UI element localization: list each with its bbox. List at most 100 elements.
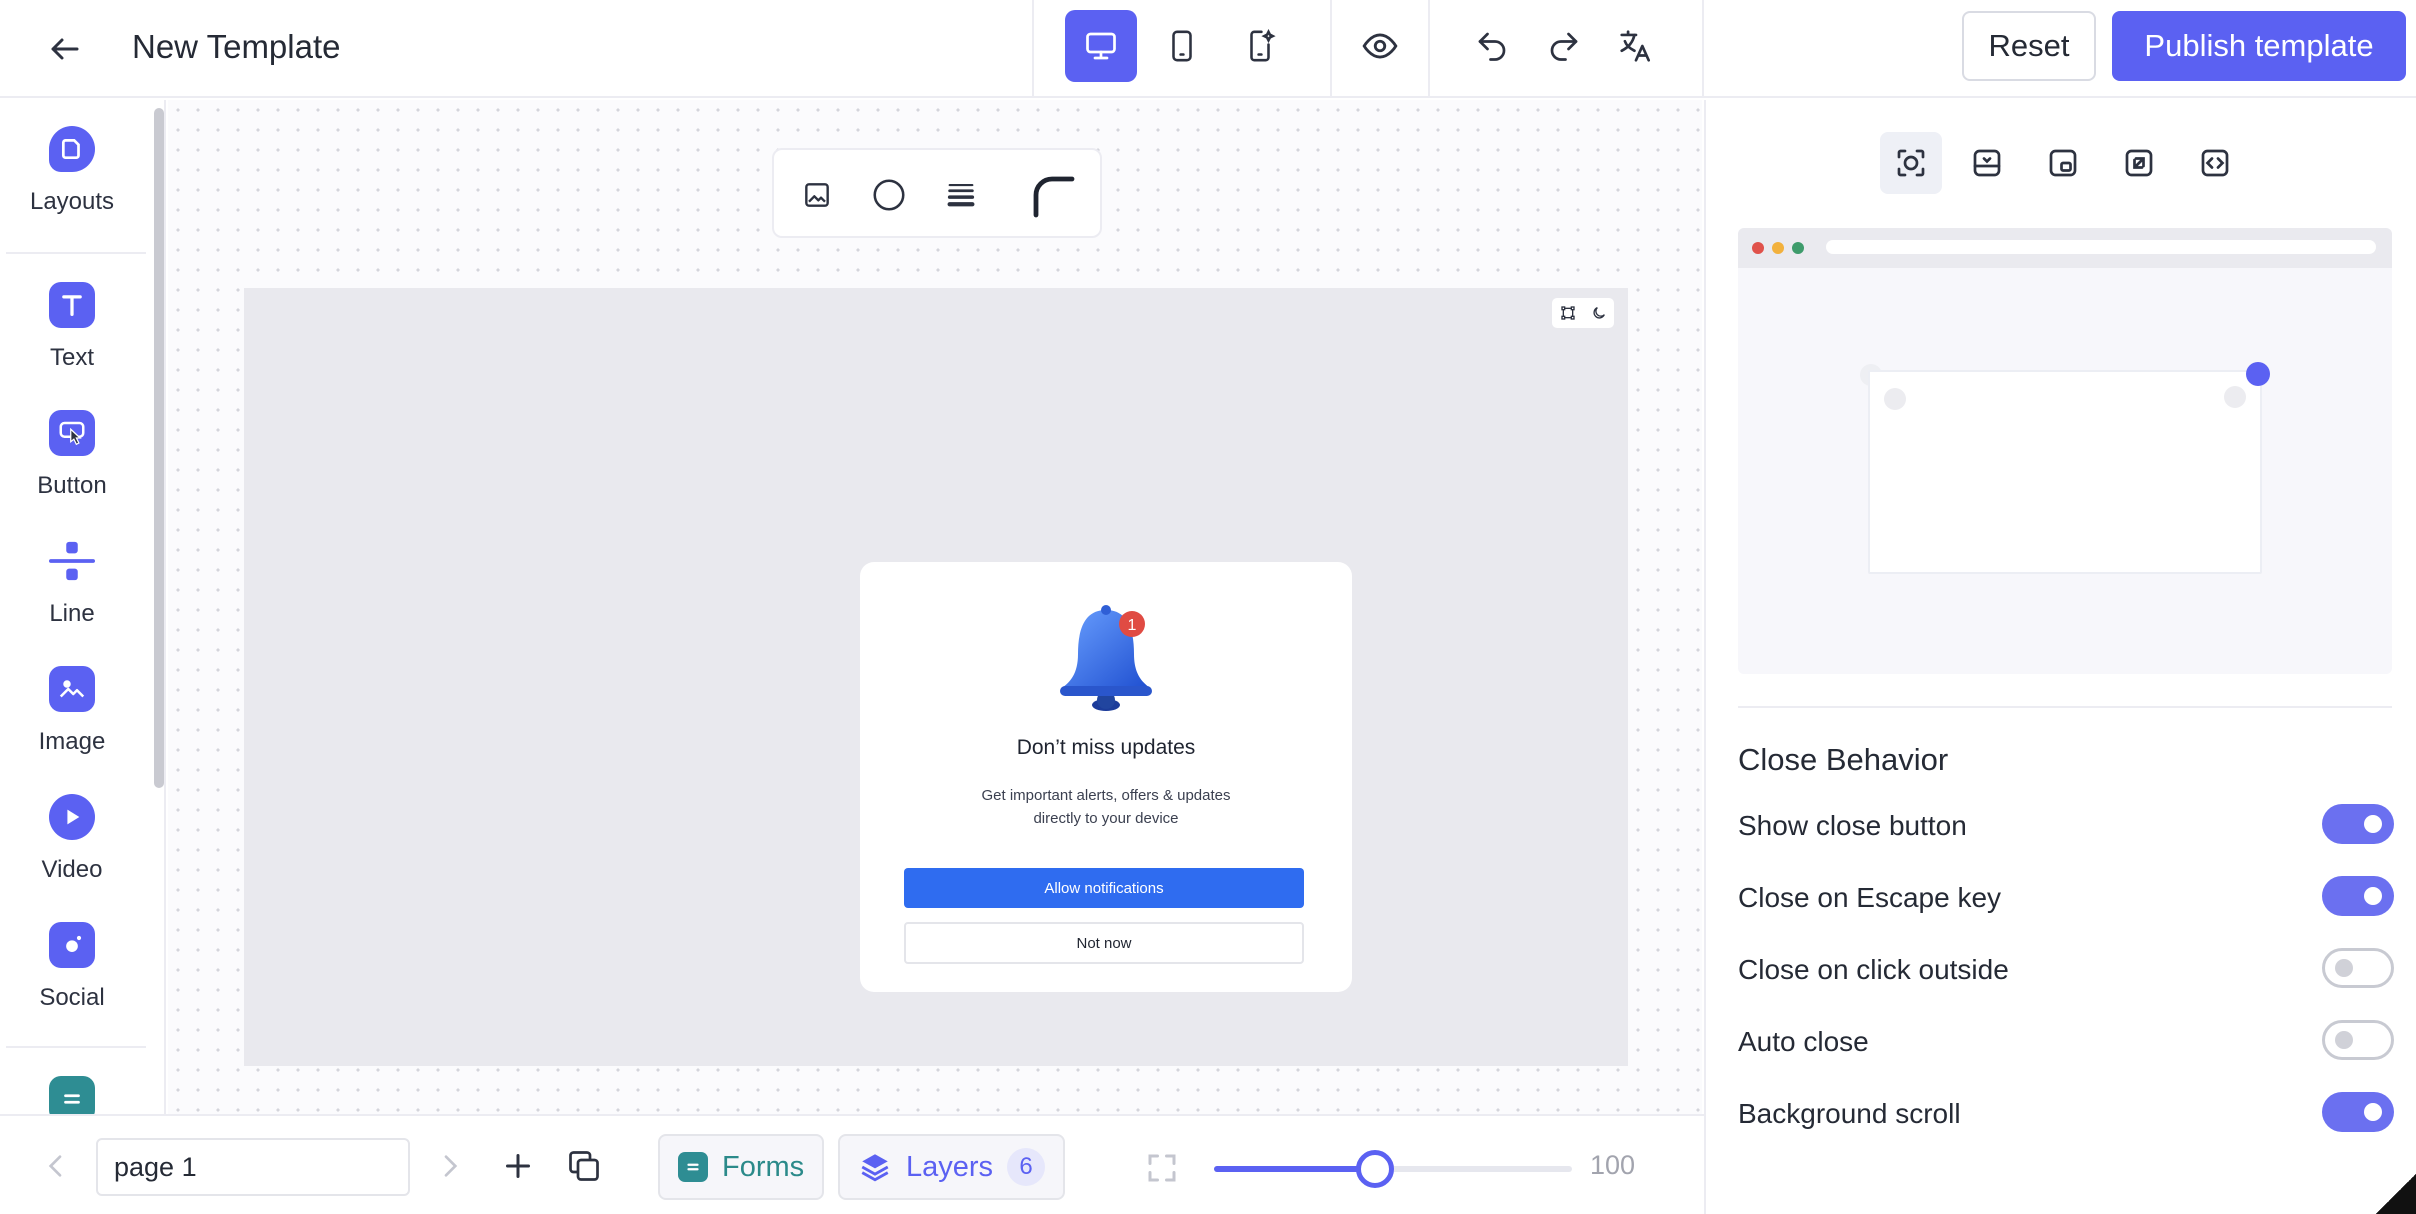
sidebar-item-label: Social (39, 984, 105, 1011)
forms-label: Forms (722, 1150, 805, 1183)
page-name-input[interactable]: page 1 (96, 1138, 410, 1196)
layers-button[interactable]: Layers 6 (838, 1134, 1066, 1200)
sidebar-item-label: Layouts (29, 188, 115, 215)
undo-button[interactable] (1460, 14, 1524, 78)
window-dot (1752, 242, 1764, 254)
position-corner-button[interactable] (2032, 132, 2094, 194)
mobile-view-button[interactable] (1146, 10, 1218, 82)
chevron-right-icon (444, 1155, 458, 1177)
form-icon (678, 1152, 708, 1182)
divider (6, 252, 146, 254)
position-fullscreen-button[interactable] (2108, 132, 2170, 194)
position-handle[interactable] (2224, 386, 2246, 408)
close-on-click-outside-toggle[interactable] (2322, 948, 2394, 988)
play-icon (49, 794, 95, 840)
window-dot (1792, 242, 1804, 254)
sidebar-item-label: Image (38, 728, 106, 755)
bottom-bar-icon (1973, 149, 2001, 177)
sidebar-item-button[interactable]: Button (0, 410, 144, 500)
previous-page-button[interactable] (40, 1150, 72, 1187)
border-style-button[interactable] (936, 170, 986, 220)
divider (1032, 0, 1034, 98)
bell-icon: 1 (1060, 605, 1152, 711)
publish-template-button[interactable]: Publish template (2112, 11, 2406, 81)
duplicate-page-button[interactable] (566, 1148, 602, 1189)
position-handle[interactable] (1884, 388, 1906, 410)
chevron-left-icon (48, 1155, 62, 1177)
background-color-button[interactable] (864, 170, 914, 220)
back-button[interactable] (40, 24, 90, 74)
layers-label: Layers (906, 1150, 994, 1183)
sidebar-scrollbar[interactable] (154, 108, 164, 788)
next-page-button[interactable] (434, 1150, 466, 1187)
plus-icon (506, 1154, 530, 1178)
allow-notifications-button[interactable]: Allow notifications (904, 868, 1304, 908)
background-scroll-toggle[interactable] (2322, 1092, 2394, 1132)
expand-icon (2125, 149, 2153, 177)
template-title[interactable]: New Template (132, 28, 341, 66)
sidebar-item-line[interactable]: Line (0, 538, 144, 628)
moon-icon[interactable] (1591, 305, 1607, 321)
translate-button[interactable] (1604, 14, 1668, 78)
circle-icon (873, 179, 905, 211)
fullscreen-icon (1148, 1154, 1176, 1182)
fit-screen-button[interactable] (1144, 1150, 1180, 1191)
redo-button[interactable] (1532, 14, 1596, 78)
sidebar-item-text[interactable]: Text (0, 282, 144, 372)
section-title: Close Behavior (1738, 742, 1949, 777)
layers-count-badge: 6 (1007, 1148, 1046, 1186)
add-page-button[interactable] (500, 1148, 536, 1189)
mobile-icon (1172, 30, 1192, 62)
position-embed-button[interactable] (2184, 132, 2246, 194)
position-bottom-bar-button[interactable] (1956, 132, 2018, 194)
position-center-button[interactable] (1880, 132, 1942, 194)
ai-mobile-view-button[interactable] (1224, 10, 1296, 82)
position-preview (1738, 228, 2392, 674)
toggle-row-auto-close: Auto close (1738, 1020, 2394, 1064)
corner-popup-icon (2049, 149, 2077, 177)
zoom-slider-thumb[interactable] (1356, 1150, 1395, 1188)
divider (1702, 0, 1704, 98)
toggle-row-close-on-click-outside: Close on click outside (1738, 948, 2394, 992)
toggle-row-show-close-button: Show close button (1738, 804, 2394, 848)
sidebar-item-social[interactable]: Social (0, 922, 144, 1012)
zoom-slider[interactable] (1214, 1150, 1572, 1188)
show-close-button-toggle[interactable] (2322, 804, 2394, 844)
corner-radius-button[interactable] (1020, 170, 1084, 220)
toggle-label: Close on click outside (1738, 954, 2009, 985)
back-arrow-icon (51, 38, 79, 60)
desktop-view-button[interactable] (1065, 10, 1137, 82)
sidebar-item-layouts[interactable]: Layouts (0, 126, 144, 216)
background-image-button[interactable] (792, 170, 842, 220)
divider (1330, 0, 1332, 98)
forms-button[interactable]: Forms (658, 1134, 825, 1200)
notification-popup[interactable]: 1 Don’t miss updates Get important alert… (860, 562, 1352, 992)
browser-bar (1738, 228, 2392, 268)
toggle-label: Auto close (1738, 1026, 1869, 1057)
auto-close-toggle[interactable] (2322, 1020, 2394, 1060)
sidebar-item-video[interactable]: Video (0, 794, 144, 884)
redo-icon (1550, 32, 1578, 61)
editor-canvas[interactable]: 1 Don’t miss updates Get important alert… (168, 100, 1702, 1114)
position-handle-active[interactable] (2246, 362, 2270, 386)
sidebar-item-label: Button (37, 472, 107, 499)
reset-button[interactable]: Reset (1962, 11, 2096, 81)
settings-panel: Close Behavior Show close button Close o… (1704, 100, 2416, 1214)
translate-icon (1620, 30, 1651, 62)
toggle-row-background-scroll: Background scroll (1738, 1092, 2394, 1136)
zoom-slider-fill (1214, 1166, 1376, 1172)
not-now-button[interactable]: Not now (904, 922, 1304, 964)
window-corner (2376, 1174, 2416, 1214)
crop-icon[interactable] (1560, 305, 1576, 321)
divider-icon (49, 538, 95, 584)
popup-title: Don’t miss updates (1016, 736, 1196, 759)
social-icon (49, 922, 95, 968)
corner-radius-icon (1033, 176, 1075, 218)
top-bar: New Template Reset Publish template (0, 0, 2416, 98)
toggle-label: Background scroll (1738, 1098, 1961, 1129)
bottom-bar: page 1 Forms Layers 6 100 (0, 1114, 1704, 1214)
close-on-escape-toggle[interactable] (2322, 876, 2394, 916)
mobile-ai-icon (1250, 29, 1276, 62)
sidebar-item-image[interactable]: Image (0, 666, 144, 756)
preview-button[interactable] (1348, 14, 1412, 78)
